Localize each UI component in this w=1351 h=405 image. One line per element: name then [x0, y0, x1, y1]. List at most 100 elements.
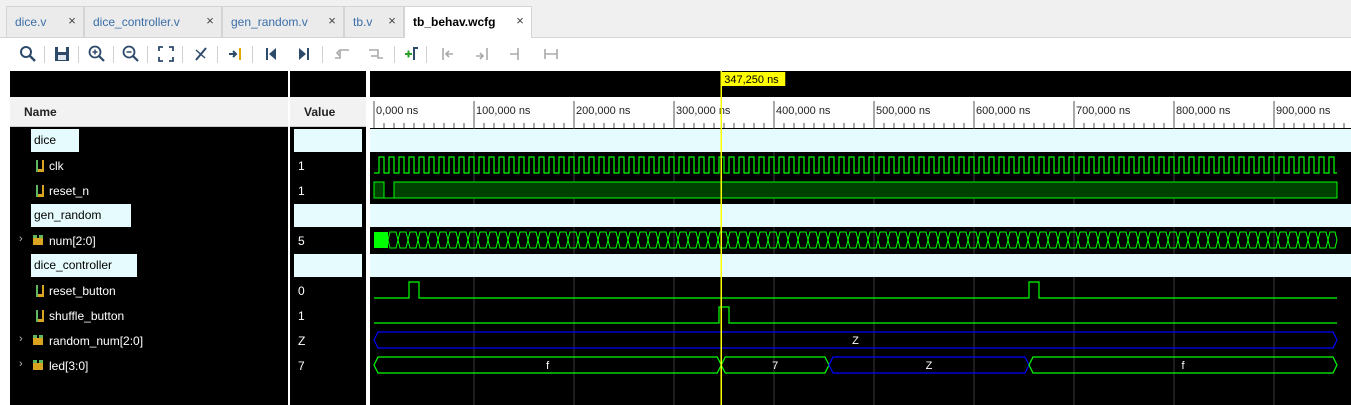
group-gen-random[interactable]: gen_random — [31, 204, 131, 227]
time-tick-label: 300,000 ns — [676, 105, 731, 117]
bit-signal-icon — [36, 185, 44, 197]
signal-name: clk — [49, 159, 64, 173]
group-dice-controller[interactable]: dice_controller — [31, 254, 137, 277]
pulse-wave — [374, 306, 1337, 324]
group-band — [370, 204, 1351, 227]
tab-dice-v[interactable]: dice.v × — [6, 6, 84, 38]
waveform-panel[interactable]: 0,000 ns 100,000 ns 200,000 ns 300,000 ns 40… — [370, 71, 1351, 405]
bus-signal-icon — [33, 335, 43, 345]
value-header-label: Value — [304, 105, 336, 119]
bit-signal-icon — [36, 160, 44, 172]
close-icon[interactable]: × — [387, 14, 397, 27]
time-tick-label: 0,000 ns — [376, 105, 419, 117]
snap-to-transition-icon — [541, 44, 561, 64]
close-icon[interactable]: × — [327, 14, 337, 27]
signal-value: 0 — [298, 284, 305, 298]
tab-dice-controller-v[interactable]: dice_controller.v × — [84, 6, 222, 38]
bus-signal-icon — [33, 360, 43, 370]
bus-dense-block — [374, 232, 388, 248]
bus-signal-icon — [33, 235, 43, 245]
time-tick-label: 700,000 ns — [1076, 105, 1131, 117]
signal-value: 1 — [298, 159, 305, 173]
signal-name: random_num[2:0] — [49, 334, 144, 348]
pulse-wave — [374, 281, 1337, 299]
signal-value: Z — [298, 334, 306, 348]
bus-segment-label: f — [546, 360, 550, 372]
zoom-in-icon[interactable] — [87, 44, 107, 64]
signal-row-random-num[interactable]: › random_num[2:0] — [10, 328, 288, 353]
signal-value: 7 — [298, 359, 305, 373]
add-marker-icon[interactable] — [401, 44, 421, 64]
signal-row-reset-n[interactable]: reset_n — [10, 178, 288, 203]
expand-chevron-icon[interactable]: › — [19, 233, 23, 245]
bit-signal-icon — [36, 285, 44, 297]
time-tick-label: 100,000 ns — [476, 105, 531, 117]
time-tick-label: 200,000 ns — [576, 105, 631, 117]
reset-wave — [383, 182, 395, 199]
time-tick-label: 400,000 ns — [776, 105, 831, 117]
bus-segment-label: Z — [926, 360, 933, 372]
reset-wave — [373, 181, 385, 199]
group-value-box — [294, 204, 362, 227]
group-dice[interactable]: dice — [31, 129, 79, 152]
waveform-canvas[interactable]: 0,000 ns 100,000 ns 200,000 ns 300,000 ns 40… — [370, 71, 1351, 405]
previous-marker-icon — [438, 44, 458, 64]
close-icon[interactable]: × — [515, 14, 525, 27]
tab-gen-random-v[interactable]: gen_random.v × — [222, 6, 344, 38]
group-value-box — [294, 254, 362, 277]
expand-chevron-icon[interactable]: › — [19, 333, 23, 345]
group-value-box — [294, 129, 362, 152]
save-icon[interactable] — [52, 44, 72, 64]
signal-name: reset_button — [49, 284, 116, 298]
next-transition-icon — [366, 44, 386, 64]
go-to-cursor-icon[interactable] — [226, 44, 246, 64]
signal-row-reset-button[interactable]: reset_button — [10, 278, 288, 303]
signal-value: 5 — [298, 234, 305, 248]
bit-signal-icon — [36, 310, 44, 322]
clock-wave — [374, 156, 1337, 174]
value-panel: Value 1 1 5 0 1 Z 7 — [290, 71, 366, 405]
name-panel: Name dice clk reset_n gen_random › num[2:0] di… — [10, 71, 288, 405]
time-tick-label: 600,000 ns — [976, 105, 1031, 117]
time-tick-label: 800,000 ns — [1176, 105, 1231, 117]
name-column-header[interactable]: Name — [10, 97, 288, 127]
expand-chevron-icon[interactable]: › — [19, 358, 23, 370]
time-tick-label: 500,000 ns — [876, 105, 931, 117]
bus-segment-label: Z — [852, 335, 859, 347]
signal-name: shuffle_button — [49, 309, 125, 323]
group-band — [370, 254, 1351, 277]
marker-icon[interactable] — [191, 44, 211, 64]
search-icon[interactable] — [18, 44, 38, 64]
time-tick-label: 900,000 ns — [1276, 105, 1331, 117]
signal-row-shuffle-button[interactable]: shuffle_button — [10, 303, 288, 328]
tab-label: dice.v — [15, 15, 47, 29]
signal-row-led[interactable]: › led[3:0] — [10, 353, 288, 378]
bus-segment-label: f — [1181, 360, 1185, 372]
tab-tb-v[interactable]: tb.v × — [344, 6, 404, 38]
close-icon[interactable]: × — [205, 14, 215, 27]
zoom-out-icon[interactable] — [121, 44, 141, 64]
group-band — [370, 129, 1351, 152]
name-header-label: Name — [24, 105, 57, 119]
bus-wave — [387, 231, 1338, 249]
cursor-time-label: 347,250 ns — [724, 74, 779, 86]
zoom-fit-icon[interactable] — [156, 44, 176, 64]
tab-tb-behav-wcfg[interactable]: tb_behav.wcfg × — [404, 6, 532, 38]
signal-row-num[interactable]: › num[2:0] — [10, 228, 288, 253]
previous-transition-icon — [332, 44, 352, 64]
value-column-header[interactable]: Value — [290, 97, 366, 127]
waveform-toolbar — [0, 38, 1351, 71]
tab-bar: dice.v × dice_controller.v × gen_random.… — [0, 0, 1351, 38]
bus-segment-label: 7 — [772, 360, 778, 372]
tab-label: gen_random.v — [231, 15, 308, 29]
swap-cursors-icon — [506, 44, 526, 64]
tab-label: dice_controller.v — [93, 15, 180, 29]
signal-row-clk[interactable]: clk — [10, 153, 288, 178]
signal-value: 1 — [298, 309, 305, 323]
go-to-start-icon[interactable] — [261, 44, 281, 64]
signal-name: num[2:0] — [49, 234, 96, 248]
signal-name: led[3:0] — [49, 359, 89, 373]
signal-name: reset_n — [49, 184, 90, 198]
close-icon[interactable]: × — [67, 14, 77, 27]
go-to-end-icon[interactable] — [294, 44, 314, 64]
